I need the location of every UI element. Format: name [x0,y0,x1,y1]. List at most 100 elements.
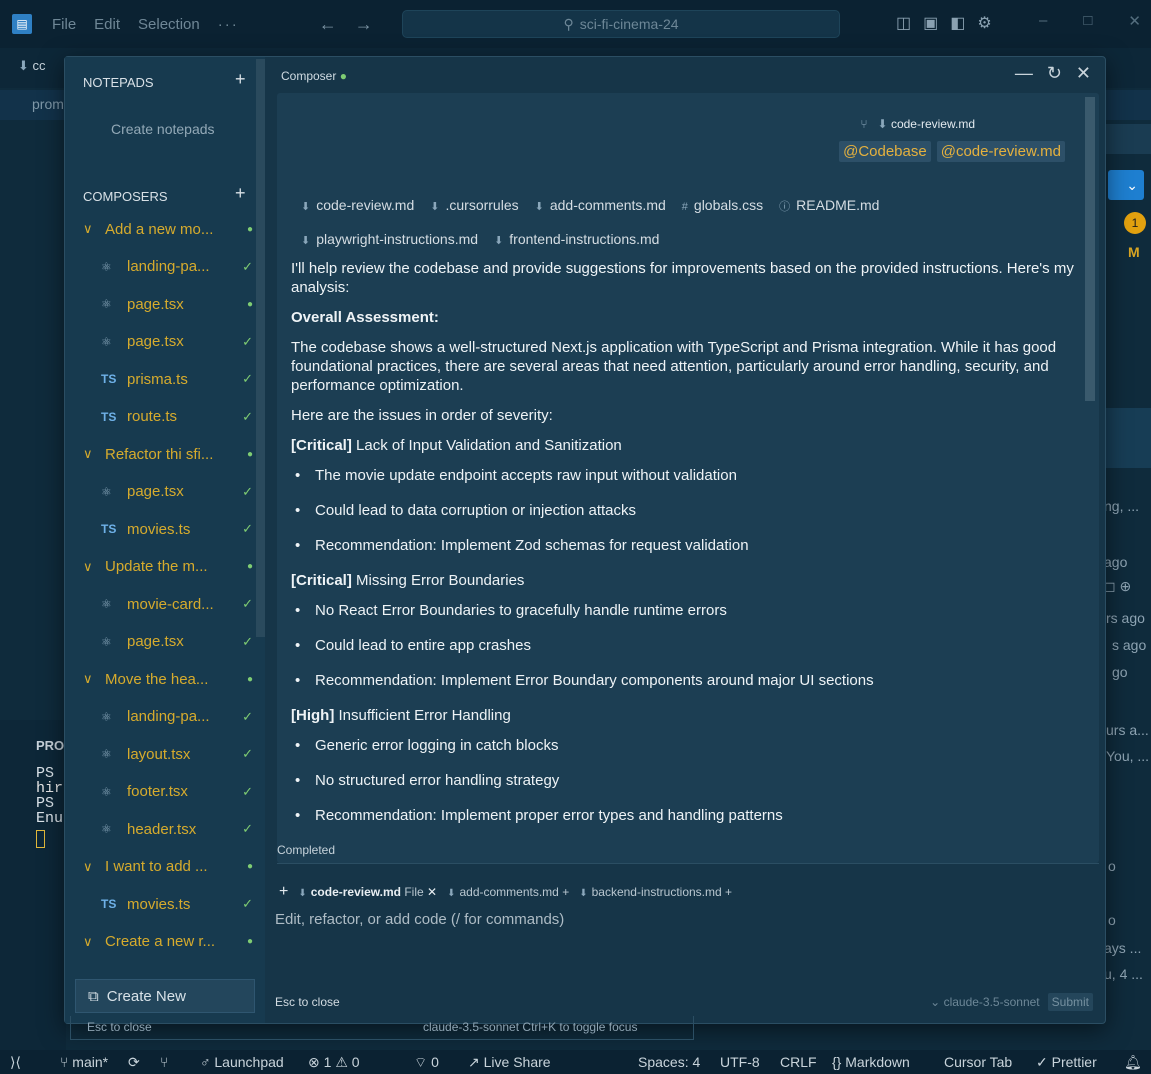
under-esc-hint: Esc to close [87,1020,152,1034]
composer-file[interactable]: TS movies.ts ✓ [101,511,253,547]
composers-heading: COMPOSERS [83,189,168,204]
editor-tab[interactable]: ⬇ cc [18,58,46,74]
cursor-tab-item[interactable]: Cursor Tab [944,1054,1012,1070]
chevron-down-icon[interactable]: ∨ [83,671,105,687]
composer-file[interactable]: ⚛ footer.tsx ✓ [101,774,253,810]
model-selector[interactable]: ⌄ claude-3.5-sonnet [930,995,1039,1009]
composer-group[interactable]: ∨ Create a new r... ● [83,924,253,960]
indentation-item[interactable]: Spaces: 4 [638,1054,700,1070]
live-share-item[interactable]: ↗ Live Share [468,1054,551,1071]
right-panel-input[interactable] [1106,124,1151,154]
menu-more[interactable]: ··· [218,16,239,33]
active-dot-icon: ● [339,69,347,83]
sync-icon[interactable]: ⟳ [128,1054,140,1071]
composer-file[interactable]: ⚛ page.tsx ✓ [101,474,253,510]
chevron-down-icon[interactable]: ∨ [83,221,105,237]
composer-input[interactable]: Edit, refactor, or add code (/ for comma… [275,911,1101,928]
chat-scrollbar[interactable] [1085,97,1095,401]
create-new-button[interactable]: ⧉ Create New [75,979,255,1013]
branch-item[interactable]: ⑂ main* [60,1054,108,1070]
mention-code-review[interactable]: @code-review.md [936,141,1065,162]
minimize-composer-icon[interactable]: — [1015,63,1033,84]
command-search[interactable]: ⚲ sci-fi-cinema-24 [402,10,840,38]
toggle-sidebar-icon[interactable]: ◫ [896,13,911,33]
remote-icon[interactable]: ⟩⟨ [10,1054,21,1071]
app-logo-icon[interactable]: ▤ [12,14,32,34]
settings-gear-icon[interactable]: ⚙ [977,13,991,33]
toggle-panel-icon[interactable]: ▣ [923,13,938,33]
language-item[interactable]: {} Markdown [832,1054,910,1070]
back-arrow-icon[interactable]: ← [319,14,337,35]
problems-item[interactable]: ⊗ 1 ⚠ 0 [308,1054,360,1071]
notifications-bell-icon[interactable]: 🔔︎ [1124,1054,1142,1071]
composer-group[interactable]: ∨ Update the m... ● [83,549,253,585]
attachment-suggestion[interactable]: ⬇ backend-instructions.md + [579,885,732,899]
composer-group[interactable]: ∨ I want to add ... ● [83,849,253,885]
composer-file[interactable]: ⚛ landing-pa... ✓ [101,249,253,285]
prettier-item[interactable]: ✓ Prettier [1036,1054,1097,1071]
close-composer-icon[interactable]: ✕ [1076,63,1091,84]
add-composer-icon[interactable]: + [235,183,246,204]
menu-selection[interactable]: Selection [138,16,200,33]
maximize-icon[interactable]: □ [1083,12,1092,30]
composer-file[interactable]: ⚛ page.tsx ✓ [101,624,253,660]
user-file-chip[interactable]: ⬇ code-review.md [878,117,975,131]
composer-file[interactable]: ⚛ page.tsx ✓ [101,324,253,360]
forward-arrow-icon[interactable]: → [355,14,373,35]
check-icon: ✓ [242,521,253,536]
git-graph-icon[interactable]: ⑂ [160,1054,168,1070]
refresh-icon[interactable]: ↻ [1047,63,1062,84]
attachment-current[interactable]: ⬇ code-review.md File ✕ [298,885,437,899]
composer-file[interactable]: TS prisma.ts ✓ [101,361,253,397]
composer-footer-right: ⌄ claude-3.5-sonnet Submit [930,993,1093,1011]
context-file-chip[interactable]: ⬇ .cursorrules [430,197,518,213]
composer-file[interactable]: ⚛ movie-card... ✓ [101,586,253,622]
composer-file[interactable]: TS movies.ts ✓ [101,886,253,922]
ports-item[interactable]: ⌔ 0 [414,1054,439,1072]
context-file-chip[interactable]: ⓘ README.md [779,197,879,213]
context-file-chip[interactable]: ⬇ code-review.md [301,197,414,213]
composer-file[interactable]: ⚛ header.tsx ✓ [101,811,253,847]
mention-codebase[interactable]: @Codebase [839,141,931,162]
composer-file[interactable]: ⚛ layout.tsx ✓ [101,736,253,772]
right-panel-icons: ◻ ⊕ [1104,578,1132,594]
composer-file[interactable]: ⚛ landing-pa... ✓ [101,699,253,735]
close-window-icon[interactable]: ✕ [1128,12,1141,30]
composer-file[interactable]: TS route.ts ✓ [101,399,253,435]
composer-file[interactable]: ⚛ page.tsx ● [101,286,253,322]
add-attachment-icon[interactable]: + [725,885,732,899]
chevron-down-icon[interactable]: ∨ [83,859,105,875]
context-file-chip[interactable]: # globals.css [682,197,763,213]
toggle-secondary-sidebar-icon[interactable]: ◧ [950,13,965,33]
composer-group[interactable]: ∨ Move the hea... ● [83,661,253,697]
chevron-down-icon[interactable]: ∨ [83,446,105,462]
context-file-chip[interactable]: ⬇ playwright-instructions.md [301,231,478,247]
menu-file[interactable]: File [52,16,76,33]
composer-group[interactable]: ∨ Add a new mo... ● [83,211,253,247]
add-context-icon[interactable]: + [275,883,288,901]
react-file-icon: ⚛ [101,634,112,649]
menu-edit[interactable]: Edit [94,16,120,33]
composer-group[interactable]: ∨ Refactor thi sfi... ● [83,436,253,472]
chevron-down-icon[interactable]: ∨ [83,559,105,575]
right-panel-dropdown-button[interactable]: ⌄ [1108,170,1144,200]
add-attachment-icon[interactable]: + [562,885,569,899]
composer-sidebar: NOTEPADS + Create notepads COMPOSERS + ∨… [65,57,265,1023]
check-icon: ✓ [242,821,253,836]
context-file-name: frontend-instructions.md [509,231,660,247]
minimize-icon[interactable]: – [1039,12,1047,30]
encoding-item[interactable]: UTF-8 [720,1054,760,1070]
context-file-chip[interactable]: ⬇ add-comments.md [535,197,666,213]
remove-attachment-icon[interactable]: ✕ [427,885,437,899]
launchpad-item[interactable]: ♂ Launchpad [200,1054,284,1070]
context-file-chip[interactable]: ⬇ frontend-instructions.md [494,231,659,247]
submit-button[interactable]: Submit [1047,993,1093,1011]
sidebar-scrollbar[interactable] [256,59,265,637]
create-notepads-link[interactable]: Create notepads [111,121,215,137]
attachment-suggestion[interactable]: ⬇ add-comments.md + [447,885,569,899]
chevron-down-icon[interactable]: ∨ [83,934,105,950]
check-icon: ✓ [242,596,253,611]
eol-item[interactable]: CRLF [780,1054,817,1070]
add-notepad-icon[interactable]: + [235,69,246,90]
active-dot-icon: ● [246,223,253,235]
